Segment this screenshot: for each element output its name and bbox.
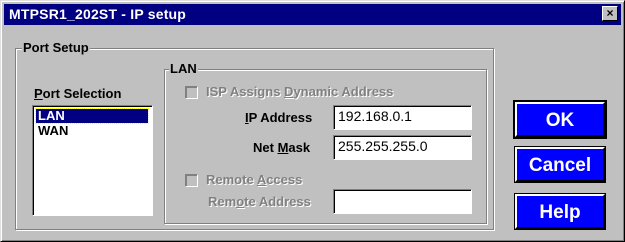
net-mask-label: Net Mask (253, 140, 311, 155)
port-setup-label: Port Setup (22, 40, 90, 55)
ip-address-field[interactable]: 192.168.0.1 (333, 105, 472, 130)
list-item-lan[interactable]: LAN (35, 108, 149, 124)
title-bar[interactable]: MTPSR1_202ST - IP setup × (4, 4, 621, 25)
remote-access-label: Remote Access (206, 172, 303, 187)
cancel-button[interactable]: Cancel (514, 146, 606, 183)
port-selection-label: Port Selection (34, 86, 122, 101)
lan-group-label: LAN (169, 61, 198, 76)
port-selection-list[interactable]: LAN WAN (32, 105, 153, 216)
ok-button[interactable]: OK (513, 100, 607, 139)
ip-setup-dialog: MTPSR1_202ST - IP setup × Port Setup Por… (0, 0, 625, 242)
ip-address-label: IP Address (245, 110, 313, 125)
close-button[interactable]: × (602, 6, 618, 21)
help-button[interactable]: Help (514, 193, 606, 230)
net-mask-field[interactable]: 255.255.255.0 (333, 135, 472, 160)
window-title: MTPSR1_202ST - IP setup (9, 6, 187, 22)
remote-access-checkbox[interactable] (185, 174, 198, 187)
isp-dynamic-checkbox[interactable] (185, 86, 198, 99)
remote-address-label: Remote Address (208, 194, 311, 209)
remote-address-field[interactable] (333, 189, 472, 214)
list-item-wan[interactable]: WAN (36, 124, 148, 138)
isp-dynamic-label: ISP Assigns Dynamic Address (206, 84, 394, 99)
close-icon: × (606, 6, 614, 20)
